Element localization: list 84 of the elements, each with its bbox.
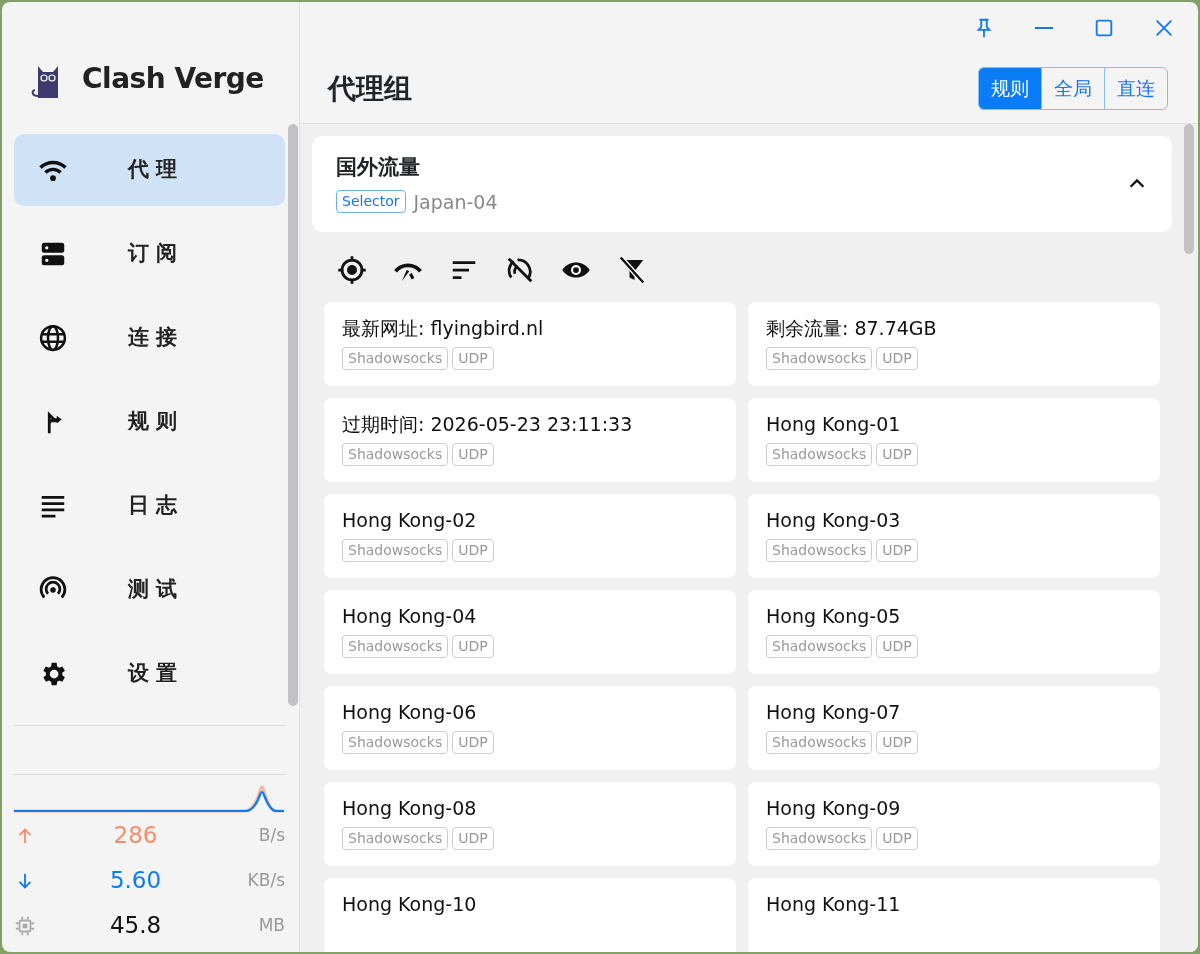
proxy-tag: Shadowsocks: [342, 538, 449, 562]
stat-value: 45.8: [108, 911, 163, 941]
minimize-icon: [1035, 27, 1053, 29]
proxy-tag: UDP: [876, 634, 918, 658]
proxy-card[interactable]: Hong Kong-10: [324, 878, 736, 952]
chip-icon: [14, 914, 36, 937]
stat-unit: B/s: [257, 823, 285, 847]
proxy-tag: Shadowsocks: [766, 442, 873, 466]
proxy-tag: Shadowsocks: [342, 346, 449, 370]
proxy-tag: Shadowsocks: [766, 346, 873, 370]
proxy-tag: Shadowsocks: [342, 826, 449, 850]
proxy-tag: UDP: [452, 538, 494, 562]
proxy-tag: UDP: [452, 442, 494, 466]
stat-unit: KB/s: [246, 868, 285, 892]
nav-item[interactable]: 规 则: [14, 386, 285, 458]
proxy-tag: Shadowsocks: [342, 730, 449, 754]
locate-icon: [337, 255, 367, 285]
stat-value: 5.60: [108, 866, 163, 896]
proxy-name: Hong Kong-07: [766, 700, 902, 725]
proxy-tag: Shadowsocks: [766, 826, 873, 850]
close-icon: [1153, 17, 1175, 39]
proxy-tag: UDP: [452, 826, 494, 850]
stat-value: 286: [112, 821, 159, 851]
nav-item[interactable]: 日 志: [14, 470, 285, 542]
signal-off-icon: [505, 255, 535, 285]
proxy-card[interactable]: Hong Kong-09 Shadowsocks UDP: [748, 782, 1160, 866]
proxy-card[interactable]: Hong Kong-11: [748, 878, 1160, 952]
maximize-icon: [1093, 17, 1115, 39]
mode-tab[interactable]: 规则: [978, 67, 1042, 110]
proxy-card[interactable]: Hong Kong-01 Shadowsocks UDP: [748, 398, 1160, 482]
mode-tab[interactable]: 直连: [1104, 67, 1168, 110]
scrollbar[interactable]: [288, 124, 298, 706]
proxy-name: Hong Kong-10: [342, 892, 478, 917]
proxy-card[interactable]: Hong Kong-07 Shadowsocks UDP: [748, 686, 1160, 770]
proxy-tag: Shadowsocks: [342, 442, 449, 466]
proxy-name: Hong Kong-06: [342, 700, 478, 725]
proxy-tag: UDP: [876, 730, 918, 754]
proxy-name: Hong Kong-01: [766, 412, 902, 437]
page-title: 代理组: [328, 71, 412, 106]
scrollbar[interactable]: [1184, 124, 1194, 254]
proxy-tag: UDP: [452, 346, 494, 370]
proxy-card[interactable]: Hong Kong-08 Shadowsocks UDP: [324, 782, 736, 866]
proxy-name: 最新网址: flyingbird.nl: [342, 316, 545, 341]
nav-item[interactable]: 连 接: [14, 302, 285, 374]
nav-item[interactable]: 订 阅: [14, 218, 285, 290]
proxy-tag: UDP: [876, 346, 918, 370]
proxy-name: 过期时间: 2026-05-23 23:11:33: [342, 412, 634, 437]
proxy-card[interactable]: 最新网址: flyingbird.nl Shadowsocks UDP: [324, 302, 736, 386]
proxy-card[interactable]: Hong Kong-03 Shadowsocks UDP: [748, 494, 1160, 578]
proxy-tag: Shadowsocks: [766, 730, 873, 754]
proxy-tag: Shadowsocks: [342, 634, 449, 658]
group-name: 国外流量: [336, 154, 421, 181]
proxy-card[interactable]: Hong Kong-04 Shadowsocks UDP: [324, 590, 736, 674]
app-name: Clash Verge: [82, 61, 264, 97]
globe-icon: [38, 323, 68, 353]
filter-off-icon: [617, 255, 647, 285]
nav-item[interactable]: 测 试: [14, 554, 285, 626]
current-proxy: Japan-04: [413, 189, 498, 215]
group-card[interactable]: 国外流量 Selector Japan-04: [312, 136, 1172, 232]
proxy-name: Hong Kong-09: [766, 796, 902, 821]
proxy-name: 剩余流量: 87.74GB: [766, 316, 938, 341]
nav-item[interactable]: 代 理: [14, 134, 285, 206]
proxy-card[interactable]: 过期时间: 2026-05-23 23:11:33 Shadowsocks UDP: [324, 398, 736, 482]
proxy-card[interactable]: 剩余流量: 87.74GB Shadowsocks UDP: [748, 302, 1160, 386]
proxy-name: Hong Kong-05: [766, 604, 902, 629]
proxy-card[interactable]: Hong Kong-06 Shadowsocks UDP: [324, 686, 736, 770]
proxy-tag: UDP: [876, 442, 918, 466]
proxy-name: Hong Kong-02: [342, 508, 478, 533]
mode-tab[interactable]: 全局: [1041, 67, 1105, 110]
proxy-name: Hong Kong-04: [342, 604, 478, 629]
proxy-name: Hong Kong-08: [342, 796, 478, 821]
proxy-card[interactable]: Hong Kong-02 Shadowsocks UDP: [324, 494, 736, 578]
proxy-tag: UDP: [876, 538, 918, 562]
proxy-tag: UDP: [876, 826, 918, 850]
proxy-card[interactable]: Hong Kong-05 Shadowsocks UDP: [748, 590, 1160, 674]
proxy-tag: UDP: [452, 634, 494, 658]
proxy-name: Hong Kong-03: [766, 508, 902, 533]
proxy-tag: Shadowsocks: [766, 634, 873, 658]
proxy-name: Hong Kong-11: [766, 892, 902, 917]
proxy-tag: UDP: [452, 730, 494, 754]
nav-item[interactable]: 设 置: [14, 638, 285, 710]
proxy-tag: Shadowsocks: [766, 538, 873, 562]
group-type-tag: Selector: [336, 190, 406, 214]
stat-unit: MB: [257, 913, 285, 937]
